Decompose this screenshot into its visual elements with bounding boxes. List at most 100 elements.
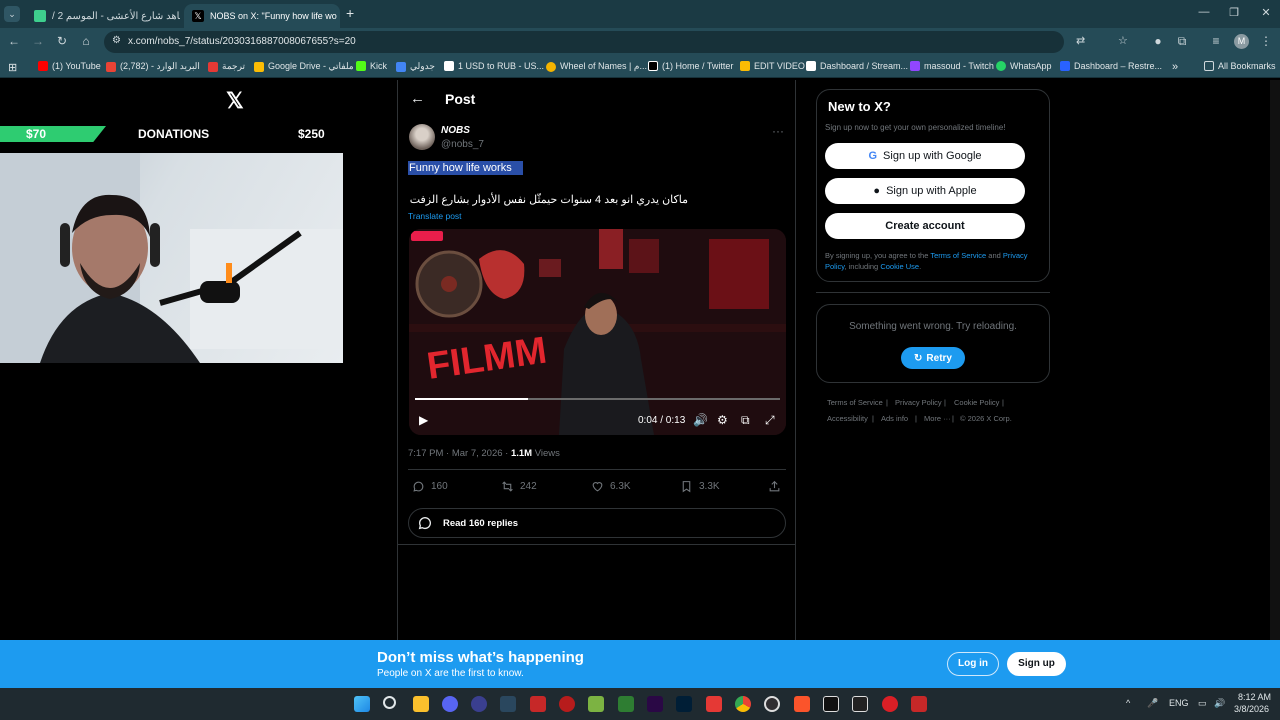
like-button[interactable]: 6.3K (591, 480, 631, 493)
bookmark-gmail[interactable]: البريد الوارد - (2,782) (106, 61, 200, 72)
reload-icon[interactable]: ↻ (54, 34, 70, 48)
login-button[interactable]: Log in (947, 652, 999, 676)
volume-icon[interactable]: 🔊 (693, 413, 708, 427)
photoshop-icon[interactable] (676, 696, 692, 712)
volume-icon[interactable]: 🔊 (1214, 698, 1225, 709)
address-bar[interactable]: ⚙ x.com/nobs_7/status/203031688700806765… (104, 31, 1128, 53)
game-store-icon[interactable] (911, 696, 927, 712)
site-info-icon[interactable]: ⚙ (112, 35, 121, 46)
page-scrollbar[interactable] (1270, 80, 1280, 640)
green-app-icon[interactable] (588, 696, 604, 712)
signup-button[interactable]: Sign up (1007, 652, 1066, 676)
create-account-button[interactable]: Create account (825, 213, 1025, 239)
obs-icon[interactable] (764, 696, 780, 712)
bookmark-stream-dashboard[interactable]: Dashboard / Stream... (806, 61, 908, 71)
footer-ads[interactable]: Ads info (881, 414, 908, 423)
apps-icon[interactable]: ⊞ (8, 61, 17, 74)
reply-button[interactable]: 160 (412, 480, 448, 493)
close-window-icon[interactable]: ✕ (1256, 6, 1276, 19)
microphone-icon[interactable]: 🎤 (1147, 698, 1158, 709)
all-bookmarks[interactable]: All Bookmarks (1204, 61, 1276, 71)
star-icon[interactable]: ☆ (1118, 34, 1128, 47)
google-signup-button[interactable]: G Sign up with Google (825, 143, 1025, 169)
language-indicator[interactable]: ENG (1169, 698, 1189, 708)
forward-icon[interactable]: → (30, 34, 46, 48)
author-name[interactable]: NOBS (441, 125, 470, 136)
brave-icon[interactable] (794, 696, 810, 712)
footer-privacy[interactable]: Privacy Policy (895, 398, 942, 407)
capcut-icon[interactable] (823, 696, 839, 712)
red-tool-icon[interactable] (706, 696, 722, 712)
file-explorer-icon[interactable] (413, 696, 429, 712)
network-icon[interactable]: ▭ (1198, 698, 1207, 709)
bookmark-twitch[interactable]: massoud - Twitch (910, 61, 994, 71)
more-options-icon[interactable]: ··· (772, 124, 784, 138)
bookmarks-overflow-icon[interactable]: » (1172, 61, 1178, 73)
post-timestamp[interactable]: 7:17 PM · Mar 7, 2026 · (408, 448, 511, 459)
new-tab-button[interactable]: + (346, 5, 354, 21)
bookmark-drive[interactable]: Google Drive - ملفاتي (254, 61, 354, 72)
footer-accessibility[interactable]: Accessibility (827, 414, 868, 423)
menu-kebab-icon[interactable]: ⋮ (1258, 34, 1274, 48)
tos-link[interactable]: Terms of Service (930, 251, 986, 260)
extensions-puzzle-icon[interactable]: ⧉ (1174, 34, 1190, 49)
search-icon[interactable] (383, 696, 396, 709)
bookmark-usd-rub[interactable]: 1 USD to RUB - US... (444, 61, 544, 71)
bookmark-edit-video[interactable]: EDIT VIDEO (740, 61, 805, 71)
home-icon[interactable]: ⌂ (78, 34, 94, 48)
avatar[interactable] (409, 124, 435, 150)
footer-tos[interactable]: Terms of Service (827, 398, 883, 407)
premiere-icon[interactable] (647, 696, 663, 712)
restore-icon[interactable]: ❐ (1224, 6, 1244, 19)
retry-button[interactable]: ↻ Retry (901, 347, 965, 369)
back-arrow-icon[interactable]: ← (410, 90, 425, 107)
bookmark-schedule[interactable]: جدولي (396, 61, 435, 72)
clock-time[interactable]: 8:12 AM (1238, 692, 1271, 702)
play-icon[interactable]: ▶ (419, 413, 428, 427)
red-app-icon[interactable] (559, 696, 575, 712)
translate-icon[interactable]: ⇄ (1076, 34, 1085, 47)
read-replies-button[interactable]: Read 160 replies (408, 508, 786, 538)
apple-signup-button[interactable]: ● Sign up with Apple (825, 178, 1025, 204)
xbox-icon[interactable] (618, 696, 634, 712)
cookie-link[interactable]: Cookie Use (880, 262, 919, 271)
author-handle[interactable]: @nobs_7 (441, 139, 484, 150)
back-icon[interactable]: ← (6, 34, 22, 48)
tab-search-button[interactable]: ⌄ (4, 6, 20, 22)
pip-icon[interactable]: ⧉ (741, 413, 750, 428)
fullscreen-icon[interactable]: ⤢ (765, 413, 775, 428)
footer-more[interactable]: More ··· (924, 414, 951, 423)
tab-x-post[interactable]: 𝕏 NOBS on X: "Funny how life wo ✕ (184, 4, 340, 28)
x-logo-icon[interactable]: 𝕏 (226, 88, 244, 114)
tab-groups-icon[interactable]: ≡ (1208, 34, 1224, 48)
close-icon[interactable]: ✕ (337, 10, 340, 23)
settings-gear-icon[interactable]: ⚙ (717, 413, 728, 427)
tray-overflow-icon[interactable]: ^ (1126, 698, 1130, 708)
tab-shahid[interactable]: شاهد شارع الأعشى - الموسم 2 / ✕ (26, 4, 180, 28)
creative-cloud-icon[interactable] (882, 696, 898, 712)
share-button[interactable] (768, 480, 787, 493)
video-progress-track[interactable] (415, 398, 780, 400)
bookmark-kick[interactable]: Kick (356, 61, 387, 71)
windows-start-icon[interactable] (354, 696, 370, 712)
footer-cookie[interactable]: Cookie Policy (954, 398, 999, 407)
clock-date[interactable]: 3/8/2026 (1234, 704, 1269, 714)
extension-icon[interactable]: ● (1150, 34, 1166, 48)
bookmark-wheel[interactable]: Wheel of Names | م... (546, 61, 647, 72)
steam-icon[interactable] (500, 696, 516, 712)
bookmark-translate[interactable]: ترجمة (208, 61, 245, 72)
bookmark-button[interactable]: 3.3K (680, 480, 720, 493)
bookmark-youtube[interactable]: (1) YouTube (38, 61, 101, 71)
bookmark-restream[interactable]: Dashboard – Restre... (1060, 61, 1162, 71)
repost-button[interactable]: 242 (501, 480, 537, 493)
minimize-icon[interactable]: — (1194, 6, 1214, 18)
bookmark-whatsapp[interactable]: WhatsApp (996, 61, 1052, 71)
translate-post-link[interactable]: Translate post (408, 211, 462, 221)
chrome-icon[interactable] (735, 696, 751, 712)
bookmark-twitter-home[interactable]: (1) Home / Twitter (648, 61, 733, 71)
media-player-icon[interactable] (471, 696, 487, 712)
epic-icon[interactable] (852, 696, 868, 712)
discord-icon[interactable] (442, 696, 458, 712)
profile-avatar[interactable]: M (1234, 34, 1249, 49)
video-player[interactable]: FILMM ▶ 0:04 / 0:13 🔊 ⚙ ⧉ ⤢ (409, 229, 786, 435)
